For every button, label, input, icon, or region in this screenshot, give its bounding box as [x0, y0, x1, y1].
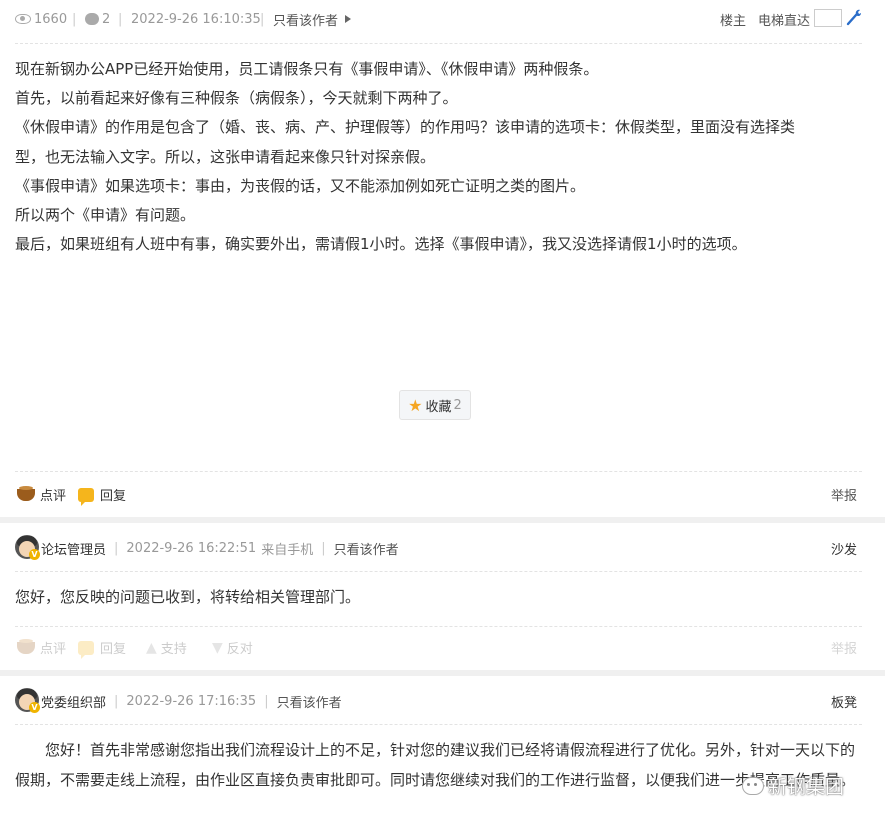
- meta-divider: |: [260, 11, 265, 27]
- support-action[interactable]: ▲ 支持: [146, 638, 187, 658]
- post-actions: 点评 回复 举报: [15, 485, 862, 506]
- post-line: 首先，以前看起来好像有三种假条（病假条），今天就剩下两种了。: [15, 89, 458, 108]
- wrench-icon[interactable]: [846, 8, 862, 26]
- oppose-action[interactable]: ▼ 反对: [212, 638, 253, 658]
- report-link[interactable]: 举报: [831, 638, 857, 657]
- thumbs-down-icon: ▼: [212, 639, 223, 656]
- reply-author[interactable]: 论坛管理员: [41, 539, 106, 558]
- star-icon: ★: [408, 395, 423, 415]
- reply-actions: 点评 回复 ▲ 支持 ▼ 反对 举报: [15, 638, 862, 659]
- post-divider-band: [0, 517, 885, 523]
- reply-header: V 党委组织部 | 2022-9-26 17:16:35 | 只看该作者 板凳: [15, 688, 862, 713]
- reply-divider-band: [0, 670, 885, 676]
- verified-badge-icon: V: [29, 549, 40, 560]
- post-meta-bar: 1660 | 2 | 2022-9-26 16:10:35 | 只看该作者 楼主…: [0, 0, 885, 38]
- jump-to-floor-label: 电梯直达: [758, 13, 811, 29]
- report-link[interactable]: 举报: [831, 485, 857, 504]
- post-separator: [15, 471, 862, 472]
- reply-separator: [15, 724, 862, 725]
- wechat-icon: [742, 776, 764, 795]
- meta-divider: |: [118, 11, 123, 27]
- comment-bubble-icon: [85, 8, 99, 25]
- reply-content: 您好，您反映的问题已收到，将转给相关管理部门。: [15, 588, 361, 606]
- only-author-link[interactable]: 只看该作者: [273, 11, 352, 29]
- comment-count: 2: [85, 8, 110, 27]
- meta-divider: |: [72, 11, 77, 27]
- post-line: 现在新钢办公APP已经开始使用，员工请假条只有《事假申请》、《休假申请》两种假条…: [15, 60, 599, 78]
- wechat-watermark: 新钢集团: [742, 772, 844, 799]
- post-line: 型，也无法输入文字。所以，这张申请看起来像只针对探亲假。: [15, 147, 436, 166]
- meta-separator: [15, 43, 862, 44]
- reply-content: 您好！首先非常感谢您指出我们流程设计上的不足，针对您的建议我们已经将请假流程进行…: [15, 741, 856, 789]
- post-line: 最后，如果班组有人班中有事，确实要外出，需请假1小时。选择《事假申请》，我又没选…: [15, 235, 747, 254]
- thumbs-up-icon: ▲: [146, 639, 157, 656]
- favorite-button[interactable]: ★ 收藏 2: [399, 390, 471, 420]
- floor-label: 楼主: [720, 13, 747, 29]
- only-author-link[interactable]: 只看该作者: [334, 539, 399, 558]
- floor-label: 板凳: [830, 696, 857, 711]
- post-line: 《休假申请》的作用是包含了（婚、丧、病、产、护理假等）的作用吗？该申请的选项卡：…: [15, 118, 796, 137]
- post-line: 所以两个《申请》有问题。: [15, 206, 196, 225]
- reply-action[interactable]: 回复: [78, 638, 126, 659]
- reply-datetime: 2022-9-26 16:22:51: [126, 541, 257, 556]
- comment-action[interactable]: 点评: [17, 638, 66, 657]
- eye-icon: [15, 14, 31, 24]
- coffee-cup-icon: [17, 485, 35, 501]
- reply-datetime: 2022-9-26 17:16:35: [126, 694, 257, 709]
- reply-bubble-icon: [78, 640, 94, 659]
- triangle-right-icon: [345, 15, 352, 23]
- view-count: 1660: [15, 11, 67, 27]
- floor-label: 沙发: [830, 543, 857, 558]
- post-datetime: 2022-9-26 16:10:35: [131, 11, 261, 27]
- reply-header: V 论坛管理员 | 2022-9-26 16:22:51 来自手机 | 只看该作…: [15, 535, 862, 560]
- comment-action[interactable]: 点评: [17, 485, 66, 504]
- post-line: 《事假申请》如果选项卡：事由，为丧假的话，又不能添加例如死亡证明之类的图片。: [15, 176, 586, 195]
- reply-bubble-icon: [78, 487, 94, 506]
- reply-device: 来自手机: [261, 543, 314, 558]
- floor-jump-input[interactable]: [814, 9, 842, 27]
- reply-action[interactable]: 回复: [78, 485, 126, 506]
- only-author-link[interactable]: 只看该作者: [277, 692, 342, 711]
- reply-separator: [15, 626, 862, 627]
- verified-badge-icon: V: [29, 702, 40, 713]
- reply-author[interactable]: 党委组织部: [41, 692, 106, 711]
- coffee-cup-icon: [17, 638, 35, 654]
- reply-separator: [15, 571, 862, 572]
- post-content: 现在新钢办公APP已经开始使用，员工请假条只有《事假申请》、《休假申请》两种假条…: [15, 55, 865, 259]
